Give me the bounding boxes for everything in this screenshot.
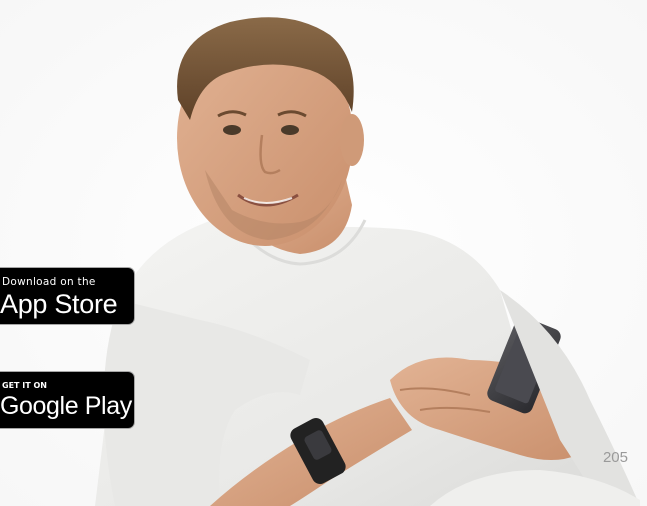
google-play-badge-line1: GET IT ON xyxy=(2,381,47,390)
man-with-smartphone-photo xyxy=(0,0,647,506)
google-play-badge[interactable]: GET IT ON Google Play xyxy=(0,371,135,429)
google-play-badge-line2: Google Play xyxy=(0,392,132,420)
app-store-badge-line2: App Store xyxy=(0,289,118,319)
page-number: 205 xyxy=(602,449,628,466)
app-store-badge-line1: Download on the xyxy=(2,276,96,288)
brochure-page: Download on the App Store GET IT ON Goog… xyxy=(0,0,647,506)
app-store-badge[interactable]: Download on the App Store xyxy=(0,267,135,325)
